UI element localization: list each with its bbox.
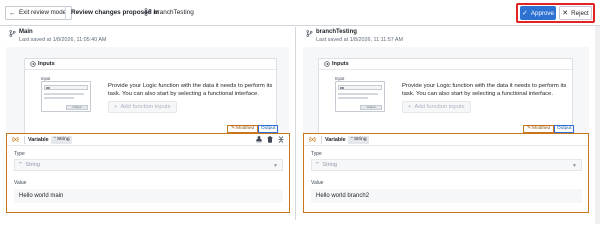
output-tag: Output bbox=[554, 125, 575, 133]
inputs-description: Provide your Logic function with the dat… bbox=[402, 83, 567, 97]
pencil-icon: ✎ bbox=[231, 126, 236, 131]
plus-icon: + bbox=[408, 104, 412, 110]
add-function-inputs-button[interactable]: + Add function inputs bbox=[402, 101, 471, 113]
illustration-icon bbox=[340, 87, 344, 89]
exit-review-label: Exit review mode bbox=[19, 9, 67, 16]
modified-tag: ✎ Modified bbox=[227, 125, 259, 133]
inputs-illustration: Input Output bbox=[335, 76, 385, 112]
illustration-icon bbox=[46, 87, 50, 89]
approve-label: Approve bbox=[530, 9, 554, 17]
header-divider bbox=[24, 136, 25, 144]
illustration-box: Output bbox=[41, 81, 91, 112]
modified-tag: ✎ Modified bbox=[523, 125, 555, 133]
illustration-line bbox=[44, 93, 84, 95]
function-variable-icon: {x} bbox=[12, 137, 19, 143]
add-function-inputs-label: Add function inputs bbox=[120, 104, 171, 110]
modified-label: Modified bbox=[236, 126, 255, 131]
plus-icon: + bbox=[114, 104, 118, 110]
illustration-output-button: Output bbox=[66, 105, 88, 110]
pencil-icon: ✎ bbox=[527, 126, 532, 131]
illustration-row bbox=[44, 85, 88, 90]
value-field-label: Value bbox=[14, 180, 27, 186]
inputs-illustration: Input Output bbox=[41, 76, 91, 112]
close-icon: ✕ bbox=[562, 10, 569, 17]
value-field[interactable]: Hello world main bbox=[14, 189, 283, 203]
pane-title: branchTesting bbox=[316, 29, 357, 35]
variable-card: {x} Variable ” String Type ” String ▼ Va… bbox=[6, 133, 290, 213]
quote-icon: ” bbox=[351, 137, 353, 142]
quote-icon: ” bbox=[54, 137, 56, 142]
git-branch-icon bbox=[9, 30, 16, 37]
input-arrow-icon bbox=[30, 61, 36, 67]
variable-header: {x} Variable ” String bbox=[304, 134, 588, 146]
variable-card: {x} Variable ” String Type ” String ▼ Va… bbox=[303, 133, 589, 213]
variable-label: Variable bbox=[325, 137, 346, 143]
illustration-line bbox=[338, 93, 378, 95]
caret-down-icon: ▼ bbox=[273, 163, 278, 169]
inputs-header: Inputs bbox=[319, 59, 572, 70]
review-branch-name: branchTesting bbox=[154, 9, 194, 16]
inputs-title: Inputs bbox=[332, 61, 349, 67]
approve-button[interactable]: ✓ Approve bbox=[520, 6, 556, 20]
value-field-label: Value bbox=[311, 180, 324, 186]
main-branch-pane: Main Last saved at 1/8/2026, 11:05:40 AM… bbox=[0, 27, 296, 220]
reject-button[interactable]: ✕ Reject bbox=[559, 6, 592, 20]
illustration-row bbox=[338, 85, 382, 90]
variable-header: {x} Variable ” String bbox=[7, 134, 289, 146]
input-arrow-icon bbox=[324, 61, 330, 67]
type-field-label: Type bbox=[311, 151, 322, 157]
pane-header: branchTesting Last saved at 1/8/2026, 11… bbox=[297, 27, 595, 47]
type-pill-label: String bbox=[353, 137, 367, 142]
output-tag: Output bbox=[258, 125, 279, 133]
git-branch-icon bbox=[306, 30, 313, 37]
git-branch-icon bbox=[144, 8, 152, 16]
value-field[interactable]: Hello world branch2 bbox=[311, 189, 582, 203]
trash-icon[interactable] bbox=[267, 136, 273, 143]
add-function-inputs-label: Add function inputs bbox=[414, 104, 465, 110]
review-toolbar: ← Exit review mode Review changes propos… bbox=[0, 0, 600, 26]
illustration-line bbox=[44, 97, 74, 99]
scrollbar[interactable] bbox=[595, 26, 600, 224]
inputs-header: Inputs bbox=[25, 59, 276, 70]
illustration-output-button: Output bbox=[360, 105, 382, 110]
collapse-icon[interactable] bbox=[278, 136, 284, 143]
type-select[interactable]: ” String ▼ bbox=[14, 159, 283, 171]
type-select-value: String bbox=[322, 162, 337, 168]
modified-label: Modified bbox=[532, 126, 551, 131]
quote-icon: ” bbox=[19, 162, 22, 168]
toolbar-divider bbox=[65, 6, 66, 20]
illustration-line bbox=[338, 97, 368, 99]
arrow-left-icon: ← bbox=[9, 9, 16, 17]
reject-label: Reject bbox=[571, 9, 589, 17]
caret-down-icon: ▼ bbox=[572, 163, 577, 169]
inputs-description: Provide your Logic function with the dat… bbox=[108, 83, 273, 97]
quote-icon: ” bbox=[316, 162, 319, 168]
stamp-icon[interactable] bbox=[256, 136, 262, 143]
variable-tools bbox=[256, 136, 284, 143]
type-pill-label: String bbox=[56, 137, 70, 142]
add-function-inputs-button[interactable]: + Add function inputs bbox=[108, 101, 177, 113]
variable-label: Variable bbox=[28, 137, 49, 143]
illustration-box: Output bbox=[335, 81, 385, 112]
type-select-value: String bbox=[25, 162, 40, 168]
type-pill: ” String bbox=[348, 136, 370, 144]
type-pill: ” String bbox=[51, 136, 73, 144]
pane-title: Main bbox=[19, 29, 33, 35]
function-variable-icon: {x} bbox=[309, 137, 316, 143]
type-select[interactable]: ” String ▼ bbox=[311, 159, 582, 171]
exit-review-button[interactable]: ← Exit review mode bbox=[5, 6, 73, 20]
header-divider bbox=[321, 136, 322, 144]
last-saved-text: Last saved at 1/8/2026, 11:11:57 AM bbox=[316, 37, 404, 43]
last-saved-text: Last saved at 1/8/2026, 11:05:40 AM bbox=[19, 37, 107, 43]
branch-pane: branchTesting Last saved at 1/8/2026, 11… bbox=[297, 27, 595, 220]
type-field-label: Type bbox=[14, 151, 25, 157]
inputs-title: Inputs bbox=[38, 61, 55, 67]
check-icon: ✓ bbox=[522, 10, 528, 17]
pane-header: Main Last saved at 1/8/2026, 11:05:40 AM bbox=[0, 27, 295, 47]
